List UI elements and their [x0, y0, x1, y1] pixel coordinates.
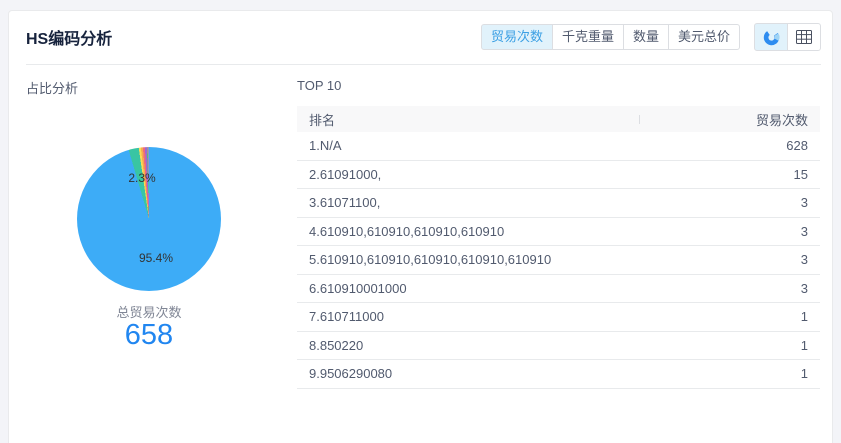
metric-tab-usd-total[interactable]: 美元总价	[668, 24, 740, 50]
card-content: 占比分析 2.3% 95.4% 总贸易次数 658 TOP 10 排名 贸易次数…	[9, 65, 832, 395]
proportion-panel: 占比分析 2.3% 95.4% 总贸易次数 658	[26, 65, 288, 395]
top10-title: TOP 10	[297, 78, 820, 93]
pie-view-button[interactable]	[754, 23, 788, 51]
value-cell: 1	[639, 338, 820, 353]
metric-tab-trade-count[interactable]: 贸易次数	[481, 24, 553, 50]
page-title: HS编码分析	[26, 25, 112, 49]
rank-cell: 6.610910001000	[297, 281, 639, 296]
table-row: 6.6109100010003	[297, 275, 820, 304]
proportion-title: 占比分析	[26, 78, 288, 97]
rank-cell: 2.61091000,	[297, 167, 639, 182]
total-trades-value: 658	[26, 319, 272, 352]
rank-cell: 9.9506290080	[297, 366, 639, 381]
pie-chart-icon	[763, 29, 780, 46]
hs-analysis-card: HS编码分析 贸易次数 千克重量 数量 美元总价	[8, 10, 833, 443]
header-controls: 贸易次数 千克重量 数量 美元总价	[481, 23, 821, 51]
table-row: 7.6107110001	[297, 303, 820, 332]
table-header-row: 排名 贸易次数	[297, 106, 820, 132]
pie-chart[interactable]	[77, 147, 221, 291]
metric-tab-group: 贸易次数 千克重量 数量 美元总价	[481, 24, 740, 50]
value-cell: 3	[639, 224, 820, 239]
metric-tab-quantity[interactable]: 数量	[623, 24, 669, 50]
table-row: 3.61071100,3	[297, 189, 820, 218]
page: { "header": { "title": "HS编码分析" }, "metr…	[0, 0, 841, 443]
rank-cell: 4.610910,610910,610910,610910	[297, 224, 639, 239]
top10-panel: TOP 10 排名 贸易次数 1.N/A6282.61091000,153.61…	[297, 65, 820, 395]
table-body: 1.N/A6282.61091000,153.61071100,34.61091…	[297, 132, 820, 389]
rank-cell: 5.610910,610910,610910,610910,610910	[297, 252, 639, 267]
table-row: 1.N/A628	[297, 132, 820, 161]
value-cell: 3	[639, 195, 820, 210]
table-icon	[796, 30, 812, 44]
top10-table: 排名 贸易次数 1.N/A6282.61091000,153.61071100,…	[297, 106, 820, 389]
value-cell: 3	[639, 281, 820, 296]
value-cell: 1	[639, 309, 820, 324]
table-view-button[interactable]	[787, 23, 821, 51]
value-column-header: 贸易次数	[639, 110, 820, 129]
pie-percent-label-blue: 95.4%	[139, 251, 173, 265]
value-cell: 15	[639, 167, 820, 182]
rank-cell: 7.610711000	[297, 309, 639, 324]
table-row: 5.610910,610910,610910,610910,6109103	[297, 246, 820, 275]
value-cell: 3	[639, 252, 820, 267]
rank-column-header: 排名	[297, 110, 639, 129]
rank-cell: 1.N/A	[297, 138, 639, 153]
value-cell: 1	[639, 366, 820, 381]
pie-percent-label-teal: 2.3%	[128, 171, 155, 185]
value-cell: 628	[639, 138, 820, 153]
metric-tab-kg-weight[interactable]: 千克重量	[552, 24, 624, 50]
table-row: 4.610910,610910,610910,6109103	[297, 218, 820, 247]
table-row: 2.61091000,15	[297, 161, 820, 190]
table-row: 8.8502201	[297, 332, 820, 361]
view-toggle-group	[754, 23, 821, 51]
rank-cell: 3.61071100,	[297, 195, 639, 210]
card-header: HS编码分析 贸易次数 千克重量 数量 美元总价	[26, 11, 821, 65]
rank-cell: 8.850220	[297, 338, 639, 353]
table-row: 9.95062900801	[297, 360, 820, 389]
